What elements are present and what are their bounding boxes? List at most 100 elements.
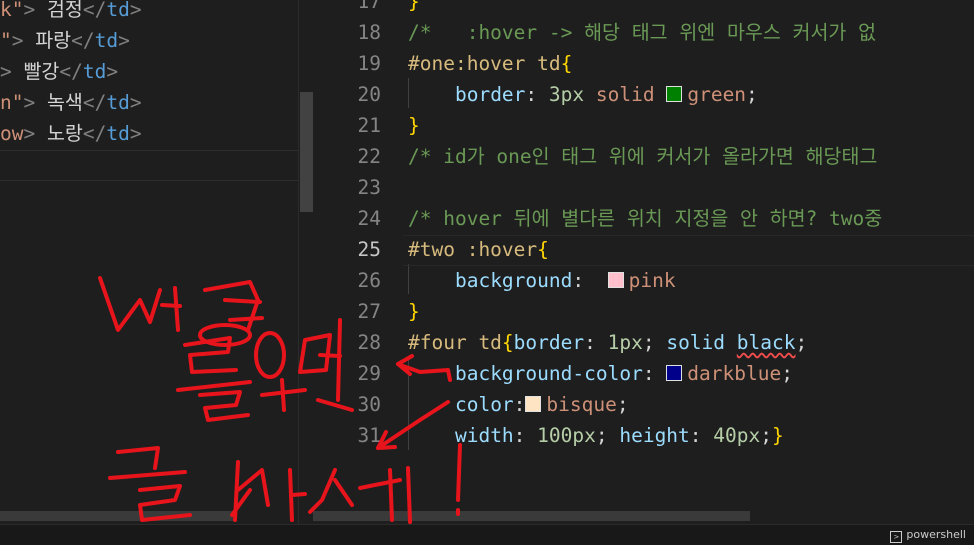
code-token: : bbox=[572, 269, 608, 292]
line-separator bbox=[0, 180, 298, 181]
code-line[interactable]: /* hover 뒤에 별다른 위치 지정을 안 하면? two중 bbox=[408, 203, 882, 234]
tag-bracket: > bbox=[0, 60, 24, 83]
tag-bracket: </ bbox=[71, 29, 95, 52]
line-number: 27 bbox=[357, 300, 381, 323]
tag-bracket: </ bbox=[82, 0, 107, 21]
tag-bracket: > bbox=[129, 0, 142, 21]
tag-name: td bbox=[106, 122, 130, 145]
left-horizontal-scrollbar-thumb[interactable] bbox=[0, 511, 236, 521]
code-token: solid bbox=[666, 331, 726, 354]
code-line[interactable]: k"> 검정</td> bbox=[0, 0, 142, 25]
terminal-tab[interactable]: > powershell bbox=[890, 527, 966, 543]
color-swatch-icon[interactable] bbox=[607, 272, 624, 288]
cell-text: 녹색 bbox=[46, 91, 83, 114]
code-line[interactable]: } bbox=[408, 110, 420, 141]
tag-bracket: > bbox=[129, 91, 142, 114]
code-token: solid bbox=[595, 83, 655, 106]
code-token: darkblue bbox=[687, 362, 782, 385]
code-line[interactable]: /* :hover -> 해당 태그 위엔 마우스 커서가 없 bbox=[408, 17, 876, 48]
line-number: 18 bbox=[357, 21, 381, 44]
code-line[interactable]: background: pink bbox=[408, 265, 676, 296]
code-token: #two :hover bbox=[408, 238, 538, 261]
code-token: } bbox=[408, 300, 420, 323]
code-token: } bbox=[408, 114, 420, 137]
code-token: : bbox=[642, 362, 667, 385]
code-token: : bbox=[525, 83, 549, 106]
code-token: ; bbox=[795, 331, 808, 354]
tag-bracket: </ bbox=[82, 122, 107, 145]
code-token: { bbox=[560, 52, 573, 75]
line-number: 22 bbox=[357, 145, 381, 168]
code-token: #four td bbox=[408, 331, 502, 354]
code-line[interactable]: #four td{border: 1px; solid black; bbox=[408, 327, 807, 358]
left-vertical-scrollbar-thumb[interactable] bbox=[300, 92, 313, 212]
code-token: width bbox=[454, 424, 514, 447]
code-token: 100px bbox=[537, 424, 596, 447]
tag-bracket: </ bbox=[82, 91, 107, 114]
code-line[interactable]: } bbox=[408, 0, 420, 17]
code-token: : bbox=[689, 424, 714, 447]
code-line[interactable]: #one:hover td{ bbox=[408, 48, 572, 79]
code-token: 40px bbox=[713, 424, 761, 447]
left-editor-pane[interactable]: k"> 검정</td> "> 파랑</td> > 빨강</td> n"> 녹색</td… bbox=[0, 0, 298, 524]
line-number: 29 bbox=[357, 362, 381, 385]
tag-bracket: > bbox=[23, 122, 47, 145]
right-editor-pane[interactable]: 17} 18 /* :hover -> 해당 태그 위엔 마우스 커서가 없 19 #o… bbox=[313, 0, 974, 524]
terminal-tab-label: powershell bbox=[906, 528, 966, 541]
tag-bracket: > bbox=[129, 122, 142, 145]
string-token: n" bbox=[0, 91, 24, 114]
tag-name: td bbox=[106, 91, 130, 114]
tag-name: td bbox=[82, 60, 107, 83]
color-swatch-icon[interactable] bbox=[525, 396, 542, 412]
bottom-panel-bar: > powershell bbox=[0, 524, 974, 545]
code-token: : bbox=[513, 424, 538, 447]
code-token: black bbox=[736, 331, 796, 354]
right-horizontal-scrollbar-thumb[interactable] bbox=[313, 511, 750, 521]
line-number: 20 bbox=[357, 83, 381, 106]
code-token: #one:hover td bbox=[408, 52, 561, 75]
string-token: k" bbox=[0, 0, 24, 21]
cell-text: 빨강 bbox=[23, 60, 60, 83]
code-line[interactable]: #two :hover{ bbox=[408, 234, 549, 265]
code-line[interactable]: } bbox=[408, 296, 420, 327]
line-separator bbox=[0, 150, 298, 151]
code-line[interactable]: > 빨강</td> bbox=[0, 56, 118, 87]
code-line[interactable]: color: bisque; bbox=[408, 389, 629, 420]
code-line[interactable]: /* id가 one인 태그 위에 커서가 올라가면 해당태그 bbox=[408, 141, 877, 172]
terminal-icon: > bbox=[890, 531, 903, 543]
line-number: 17 bbox=[357, 0, 381, 13]
code-line[interactable]: "> 파랑</td> bbox=[0, 25, 130, 56]
editor-split-divider[interactable] bbox=[298, 0, 314, 524]
code-token: green bbox=[687, 83, 747, 106]
line-number: 23 bbox=[357, 176, 381, 199]
code-token: } bbox=[772, 424, 784, 447]
code-token: 1px bbox=[607, 331, 643, 354]
code-line[interactable]: width: 100px; height: 40px;} bbox=[408, 420, 784, 451]
code-token: } bbox=[408, 0, 420, 13]
code-line[interactable]: border: 3px solid green; bbox=[408, 79, 758, 110]
tag-name: td bbox=[94, 29, 119, 52]
cell-text: 파랑 bbox=[35, 29, 72, 52]
code-token: background bbox=[454, 269, 573, 292]
cell-text: 노랑 bbox=[46, 122, 83, 145]
code-token: { bbox=[537, 238, 549, 261]
code-line[interactable]: background-color: darkblue; bbox=[408, 358, 793, 389]
tag-bracket: > bbox=[23, 91, 47, 114]
code-token: ; bbox=[760, 424, 772, 447]
tag-bracket: > bbox=[23, 0, 47, 21]
code-token: color bbox=[454, 393, 514, 416]
line-number: 26 bbox=[357, 269, 381, 292]
line-number: 25 bbox=[357, 238, 381, 261]
code-line[interactable]: n"> 녹색</td> bbox=[0, 87, 142, 118]
color-swatch-icon[interactable] bbox=[666, 365, 683, 381]
code-token: 3px bbox=[548, 83, 585, 106]
code-line[interactable]: ow> 노랑</td> bbox=[0, 118, 142, 149]
color-swatch-icon[interactable] bbox=[666, 86, 683, 102]
